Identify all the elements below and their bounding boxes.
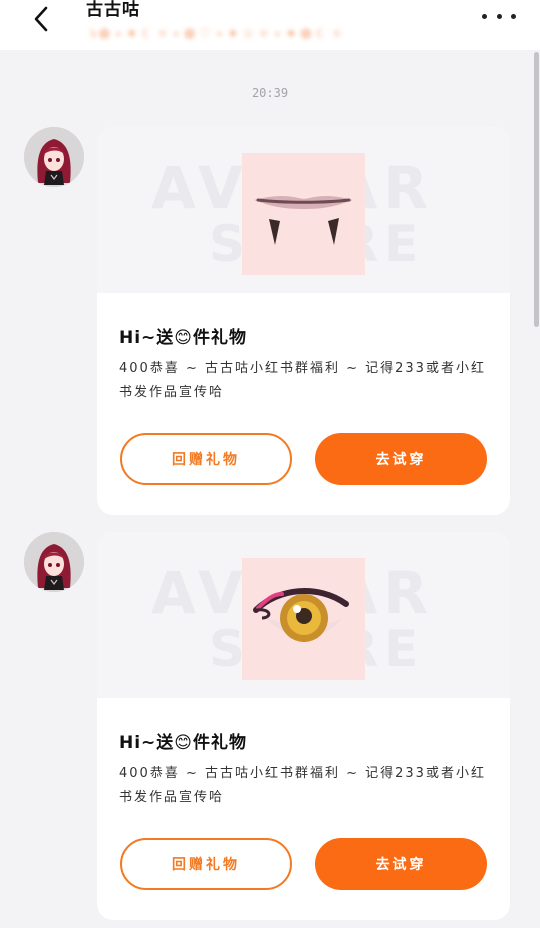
message-timestamp: 20:39 — [251, 86, 289, 100]
gift-preview: AVATAR STORE — [97, 127, 510, 293]
more-horizontal-icon — [496, 13, 502, 19]
chat-subtitle: ゝ✿ ⋆ ✦ ☾ ✧ ⋆ ✿ ♡ ⋆ ✦ ☆ ✧ ⋆ ✦ ✿ ☾ ✧ — [86, 27, 343, 42]
try-on-button[interactable]: 去试穿 — [315, 838, 487, 890]
gift-card: AVATAR STORE Hi~送😊件礼物 400恭喜 ~ 古古咕小红书群福利 … — [97, 127, 510, 515]
gift-title: Hi~送😊件礼物 — [119, 328, 248, 348]
avatar[interactable] — [24, 532, 84, 592]
back-button[interactable] — [26, 4, 56, 34]
top-bar: 古古咕 ゝ✿ ⋆ ✦ ☾ ✧ ⋆ ✿ ♡ ⋆ ✦ ☆ ✧ ⋆ ✦ ✿ ☾ ✧ — [0, 0, 540, 50]
gift-item-image[interactable] — [242, 153, 365, 275]
chat-header: 古古咕 ゝ✿ ⋆ ✦ ☾ ✧ ⋆ ✿ ♡ ⋆ ✦ ☆ ✧ ⋆ ✦ ✿ ☾ ✧ — [86, 0, 352, 46]
more-button[interactable] — [482, 8, 516, 24]
gift-card: AVATAR STORE Hi~送😊件礼物 400恭喜 ~ 古古咕小红书群福利 … — [97, 532, 510, 920]
try-on-button[interactable]: 去试穿 — [315, 433, 487, 485]
gift-title: Hi~送😊件礼物 — [119, 733, 248, 753]
chevron-left-icon — [34, 6, 48, 32]
lips-fangs-icon — [242, 153, 365, 275]
return-gift-button[interactable]: 回赠礼物 — [120, 838, 292, 890]
avatar[interactable] — [24, 127, 84, 187]
anime-eye-icon — [242, 558, 365, 680]
chat-title: 古古咕 — [86, 0, 140, 20]
more-horizontal-icon — [511, 13, 516, 19]
gift-description: 400恭喜 ~ 古古咕小红书群福利 ~ 记得233或者小红书发作品宣传哈 — [119, 766, 486, 805]
gift-description: 400恭喜 ~ 古古咕小红书群福利 ~ 记得233或者小红书发作品宣传哈 — [119, 361, 486, 400]
more-horizontal-icon — [482, 13, 487, 19]
gift-preview: AVATAR STORE — [97, 532, 510, 698]
return-gift-button[interactable]: 回赠礼物 — [120, 433, 292, 485]
gift-item-image[interactable] — [242, 558, 365, 680]
